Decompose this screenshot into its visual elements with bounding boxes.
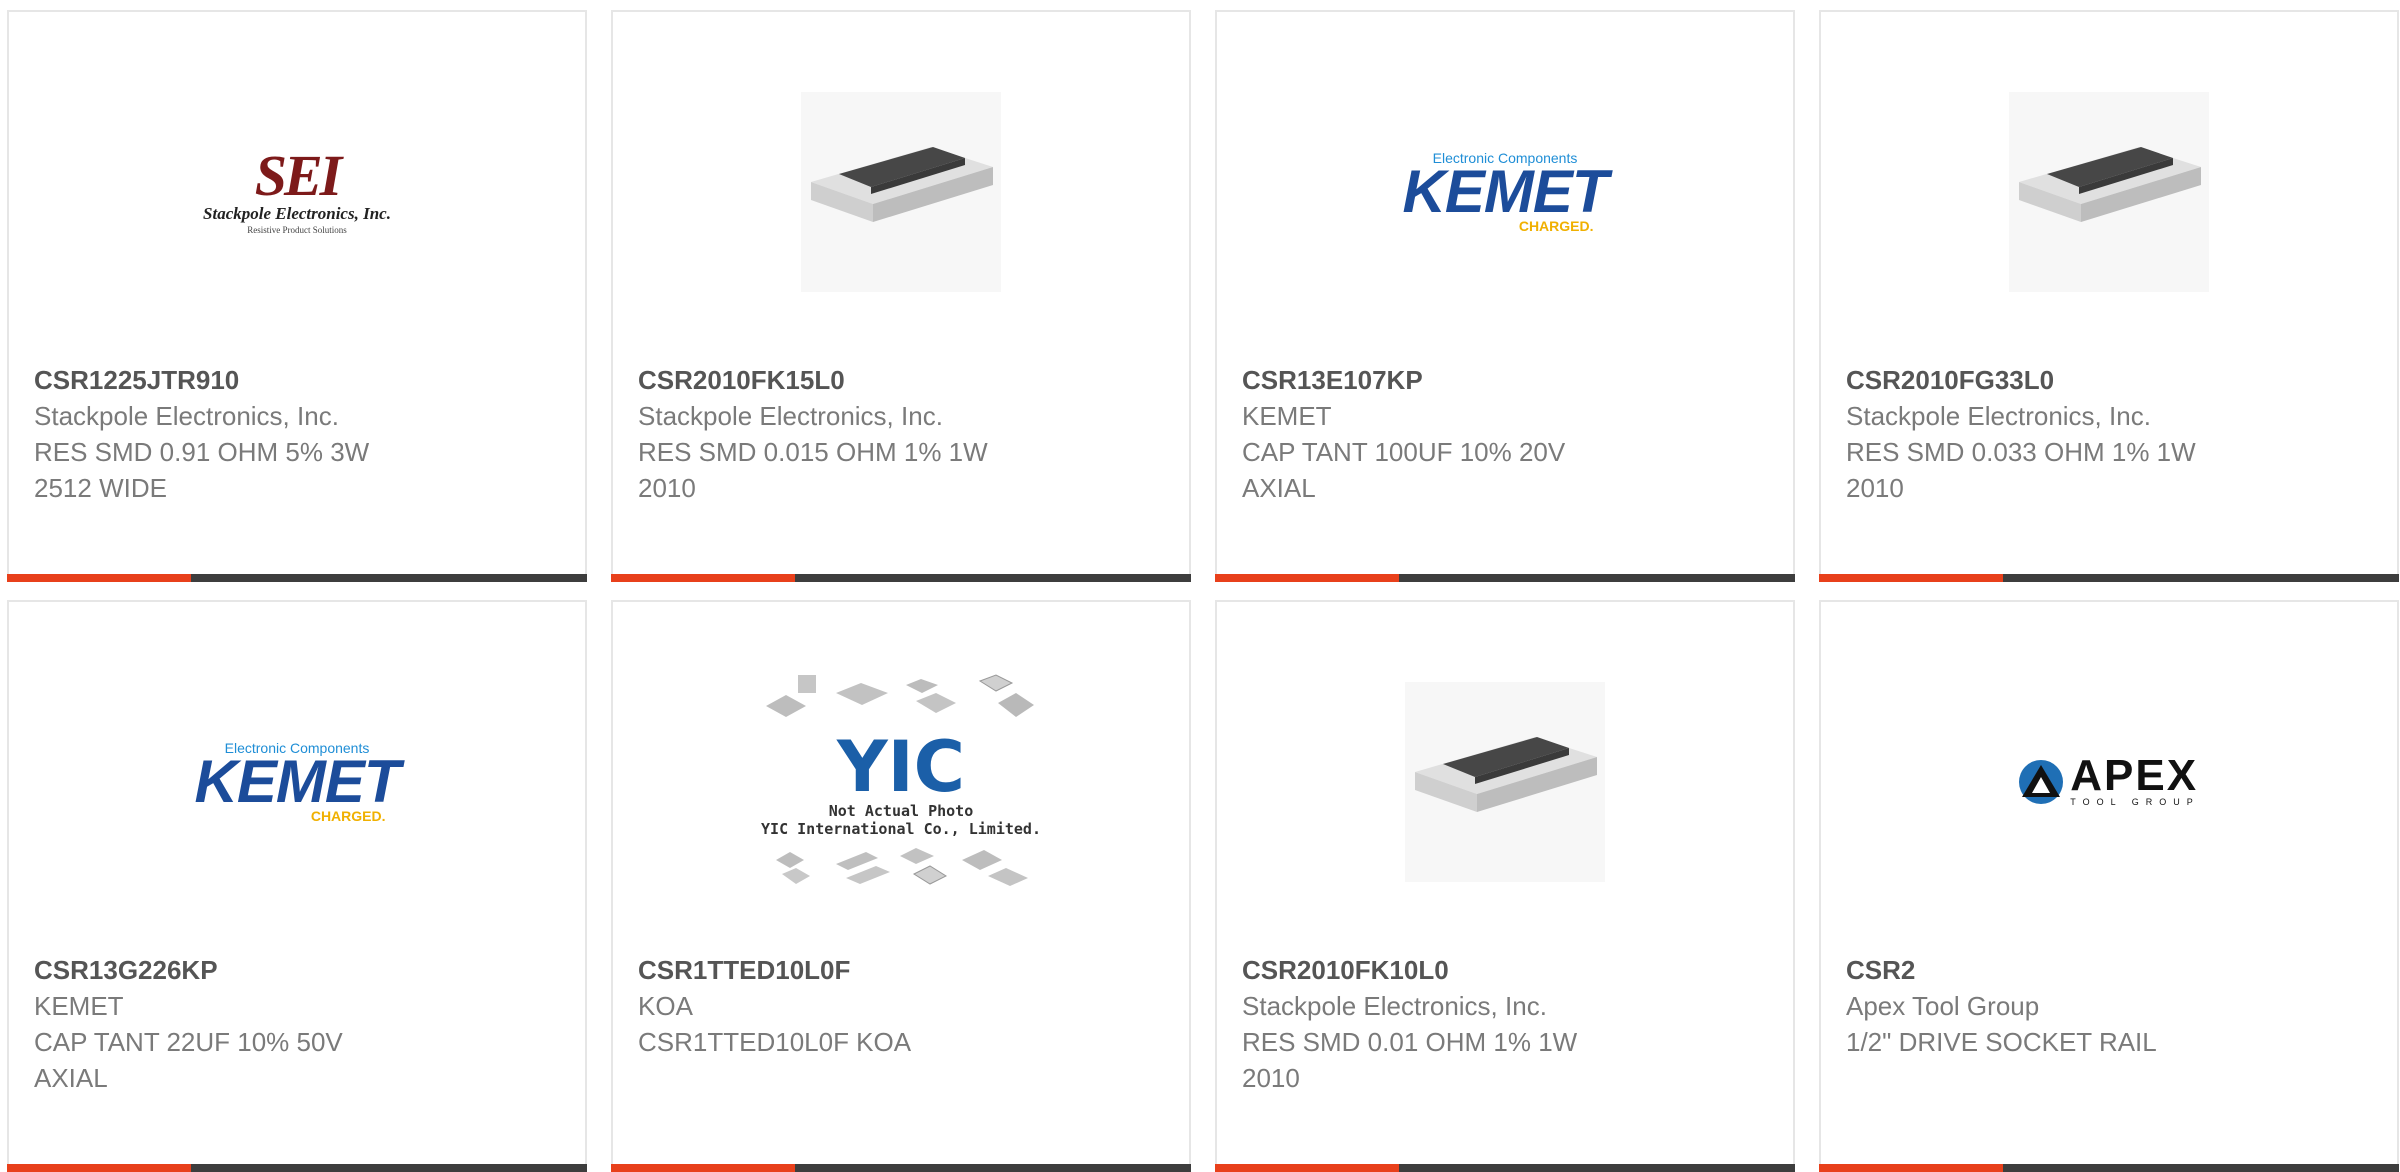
description: CSR1TTED10L0F KOA — [638, 1027, 912, 1057]
manufacturer: Stackpole Electronics, Inc. — [1242, 991, 1547, 1021]
card-footer-bar — [1215, 574, 1795, 582]
card-footer-bar — [611, 574, 1191, 582]
logo-text: KEMET — [1402, 158, 1609, 225]
part-number[interactable]: CSR1225JTR910 — [34, 362, 565, 398]
description: CAP TANT 100UF 10% 20V — [1242, 437, 1566, 467]
manufacturer: KEMET — [34, 991, 124, 1021]
logo-text: YIC — [836, 726, 966, 808]
description: CAP TANT 22UF 10% 50V — [34, 1027, 343, 1057]
product-image[interactable] — [1217, 662, 1793, 902]
smd-resistor-icon — [2009, 92, 2209, 292]
product-image[interactable] — [613, 72, 1189, 312]
smd-resistor-icon — [801, 92, 1001, 292]
part-number[interactable]: CSR13E107KP — [1242, 362, 1773, 398]
product-info: CSR2 Apex Tool Group 1/2" DRIVE SOCKET R… — [1846, 952, 2377, 1060]
product-card[interactable]: CSR2010FG33L0 Stackpole Electronics, Inc… — [1819, 10, 2399, 582]
product-info: CSR1TTED10L0F KOA CSR1TTED10L0F KOA — [638, 952, 1169, 1060]
part-number[interactable]: CSR2010FK10L0 — [1242, 952, 1773, 988]
product-card[interactable]: SEI Stackpole Electronics, Inc. Resistiv… — [7, 10, 587, 582]
sei-logo: SEI Stackpole Electronics, Inc. Resistiv… — [203, 143, 391, 236]
manufacturer: KOA — [638, 991, 693, 1021]
part-number[interactable]: CSR1TTED10L0F — [638, 952, 1169, 988]
description: 2512 WIDE — [34, 473, 167, 503]
logo-text: KEMET — [194, 748, 401, 815]
product-info: CSR13G226KP KEMET CAP TANT 22UF 10% 50V … — [34, 952, 565, 1096]
part-number[interactable]: CSR2010FG33L0 — [1846, 362, 2377, 398]
logo-text: APEX — [2070, 751, 2199, 800]
manufacturer: Apex Tool Group — [1846, 991, 2040, 1021]
kemet-logo: Electronic Components KEMET CHARGED. — [1402, 150, 1609, 234]
product-image[interactable]: Electronic Components KEMET CHARGED. — [9, 662, 585, 902]
card-footer-bar — [611, 1164, 1191, 1172]
kemet-logo: Electronic Components KEMET CHARGED. — [194, 740, 401, 824]
description: RES SMD 0.033 OHM 1% 1W — [1846, 437, 2196, 467]
description: RES SMD 0.91 OHM 5% 3W — [34, 437, 370, 467]
description: 2010 — [1242, 1063, 1300, 1093]
apex-triangle-icon — [2019, 760, 2064, 804]
product-image[interactable] — [1821, 72, 2397, 312]
logo-text: SEI — [254, 143, 343, 208]
manufacturer: Stackpole Electronics, Inc. — [34, 401, 339, 431]
product-image[interactable]: YIC Not Actual Photo YIC International C… — [613, 662, 1189, 902]
chip-packages-icon — [776, 848, 1028, 886]
card-footer-bar — [1215, 1164, 1795, 1172]
product-card[interactable]: Electronic Components KEMET CHARGED. CSR… — [7, 600, 587, 1172]
product-card[interactable]: APEX TOOL GROUP CSR2 Apex Tool Group 1/2… — [1819, 600, 2399, 1172]
description: RES SMD 0.015 OHM 1% 1W — [638, 437, 988, 467]
apex-logo: APEX TOOL GROUP — [2018, 751, 2200, 808]
product-grid: SEI Stackpole Electronics, Inc. Resistiv… — [0, 0, 2400, 1172]
card-footer-bar — [1819, 574, 2399, 582]
logo-text: Resistive Product Solutions — [247, 225, 347, 235]
product-card[interactable]: CSR2010FK15L0 Stackpole Electronics, Inc… — [611, 10, 1191, 582]
description: AXIAL — [1242, 473, 1316, 503]
manufacturer: KEMET — [1242, 401, 1332, 431]
product-image[interactable]: Electronic Components KEMET CHARGED. — [1217, 72, 1793, 312]
part-number[interactable]: CSR13G226KP — [34, 952, 565, 988]
chip-packages-icon — [766, 674, 1034, 717]
description: 1/2" DRIVE SOCKET RAIL — [1846, 1027, 2157, 1057]
logo-text: TOOL GROUP — [2070, 797, 2200, 807]
product-card[interactable]: CSR2010FK10L0 Stackpole Electronics, Inc… — [1215, 600, 1795, 1172]
product-info: CSR2010FK10L0 Stackpole Electronics, Inc… — [1242, 952, 1773, 1096]
description: 2010 — [638, 473, 696, 503]
product-info: CSR2010FG33L0 Stackpole Electronics, Inc… — [1846, 362, 2377, 506]
logo-text: Stackpole Electronics, Inc. — [203, 204, 391, 223]
description: RES SMD 0.01 OHM 1% 1W — [1242, 1027, 1578, 1057]
product-card[interactable]: YIC Not Actual Photo YIC International C… — [611, 600, 1191, 1172]
product-info: CSR1225JTR910 Stackpole Electronics, Inc… — [34, 362, 565, 506]
card-footer-bar — [7, 574, 587, 582]
manufacturer: Stackpole Electronics, Inc. — [1846, 401, 2151, 431]
product-info: CSR2010FK15L0 Stackpole Electronics, Inc… — [638, 362, 1169, 506]
smd-resistor-icon — [1405, 682, 1605, 882]
card-footer-bar — [7, 1164, 587, 1172]
logo-text: Not Actual Photo — [828, 802, 974, 820]
description: AXIAL — [34, 1063, 108, 1093]
part-number[interactable]: CSR2 — [1846, 952, 2377, 988]
manufacturer: Stackpole Electronics, Inc. — [638, 401, 943, 431]
not-actual-photo-placeholder: YIC Not Actual Photo YIC International C… — [761, 671, 1041, 893]
product-info: CSR13E107KP KEMET CAP TANT 100UF 10% 20V… — [1242, 362, 1773, 506]
description: 2010 — [1846, 473, 1904, 503]
product-image[interactable]: APEX TOOL GROUP — [1821, 662, 2397, 902]
part-number[interactable]: CSR2010FK15L0 — [638, 362, 1169, 398]
product-card[interactable]: Electronic Components KEMET CHARGED. CSR… — [1215, 10, 1795, 582]
card-footer-bar — [1819, 1164, 2399, 1172]
logo-text: YIC International Co., Limited. — [761, 820, 1041, 838]
product-image[interactable]: SEI Stackpole Electronics, Inc. Resistiv… — [9, 72, 585, 312]
